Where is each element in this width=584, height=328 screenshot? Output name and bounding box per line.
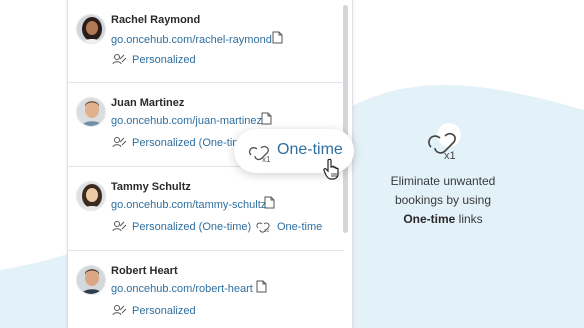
info-line-3: One-time links <box>378 210 508 229</box>
personalized-link-icon <box>112 54 127 65</box>
svg-text:x1: x1 <box>264 228 270 233</box>
svg-text:x1: x1 <box>444 150 456 162</box>
copy-icon[interactable] <box>261 112 272 125</box>
tag-personalized-one-time: Personalized (One-time) <box>132 221 252 233</box>
one-time-link-icon: x1 <box>256 222 270 233</box>
copy-icon[interactable] <box>256 280 267 293</box>
avatar <box>76 265 106 295</box>
avatar <box>76 181 106 211</box>
avatar <box>76 97 106 127</box>
avatar <box>76 14 106 44</box>
info-text: Eliminate unwanted bookings by using One… <box>378 172 508 229</box>
svg-text:x1: x1 <box>262 155 271 164</box>
list-item[interactable]: Tammy Schultz go.oncehub.com/tammy-schul… <box>68 167 344 251</box>
one-time-link-icon: x1 <box>248 145 271 164</box>
personalized-link-icon <box>112 221 127 232</box>
tag-personalized: Personalized <box>132 54 196 66</box>
personalized-link-icon <box>112 137 127 148</box>
tooltip-label: One-time <box>277 141 343 158</box>
info-line-1: Eliminate unwanted <box>390 174 496 188</box>
personalized-link-icon <box>112 305 127 316</box>
user-name: Juan Martinez <box>111 97 185 109</box>
copy-icon[interactable] <box>272 31 283 44</box>
tag-one-time: One-time <box>277 221 323 233</box>
copy-icon[interactable] <box>264 196 275 209</box>
list-item[interactable]: Rachel Raymond go.oncehub.com/rachel-ray… <box>68 0 344 83</box>
info-line-2: bookings by using <box>394 193 492 207</box>
info-line-3-bold: One-time <box>403 212 456 226</box>
one-time-link-icon: x1 <box>428 123 461 162</box>
tag-personalized: Personalized <box>132 305 196 317</box>
user-link[interactable]: go.oncehub.com/rachel-raymond <box>111 34 272 46</box>
info-line-3-rest: links <box>455 212 483 226</box>
info-callout: x1 Eliminate unwanted bookings by using … <box>378 120 508 229</box>
user-link[interactable]: go.oncehub.com/juan-martinez <box>111 115 262 127</box>
list-item[interactable]: Robert Heart go.oncehub.com/robert-heart… <box>68 251 344 328</box>
user-name: Tammy Schultz <box>111 181 191 193</box>
user-link[interactable]: go.oncehub.com/tammy-schultz <box>111 199 266 211</box>
user-name: Robert Heart <box>111 265 178 277</box>
user-link[interactable]: go.oncehub.com/robert-heart <box>111 283 253 295</box>
hand-pointer-icon <box>323 158 339 180</box>
user-name: Rachel Raymond <box>111 14 201 26</box>
